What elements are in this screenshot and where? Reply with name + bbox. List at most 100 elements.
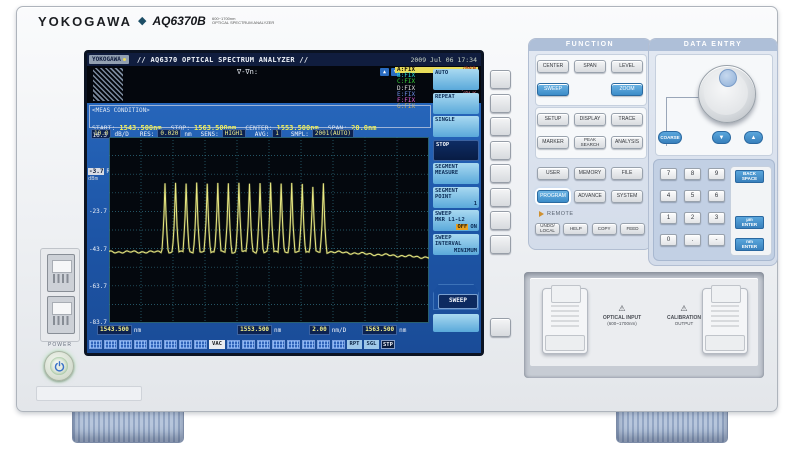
level-button[interactable]: LEVEL	[611, 60, 643, 73]
softkey-single: SINGLE	[433, 116, 479, 137]
usb-port-bottom[interactable]	[47, 296, 75, 334]
button-label: FILE	[621, 169, 633, 176]
rotary-knob[interactable]	[698, 65, 756, 123]
spectrum-graph	[108, 137, 430, 323]
status-icon	[179, 340, 192, 349]
power-label: POWER	[48, 342, 72, 348]
softkey-repeat: REPEAT	[433, 92, 479, 114]
setup-button[interactable]: SETUP	[537, 113, 569, 126]
remote-led-icon	[539, 211, 544, 217]
meas-condition-title: <MEAS CONDITION>	[92, 107, 150, 114]
digit-key-0[interactable]: 0	[660, 234, 677, 246]
blank-label-plate	[36, 386, 142, 401]
sweep-button[interactable]: SWEEP	[537, 83, 569, 96]
model-name: AQ6370B	[152, 14, 206, 28]
x-axis-row: 1543.500 nm 1553.500 nm 2.00 nm/D 1563.5…	[87, 324, 481, 336]
function-panel-title: FUNCTION	[529, 39, 651, 51]
sweep-menu-tab: SWEEP	[433, 284, 479, 310]
brand-diamond-icon: ◆	[138, 15, 147, 27]
calibration-output-cover[interactable]	[702, 285, 748, 354]
trace-button[interactable]: TRACE	[611, 113, 643, 126]
softkey-button-9[interactable]	[490, 318, 511, 337]
toggle-off: OFF	[456, 224, 469, 230]
advance-button[interactable]: ADVANCE	[574, 190, 606, 203]
softkey-line2: MKR L1-L2	[435, 217, 465, 223]
button-label2: SEARCH	[580, 141, 600, 147]
button-label: SWEEP	[543, 85, 563, 92]
digit-key-6[interactable]: 6	[708, 190, 725, 202]
nm-enter-key[interactable]: nm ENTER	[735, 238, 764, 251]
status-icon	[302, 340, 315, 349]
digit-key-4[interactable]: 4	[660, 190, 677, 202]
marker-area: ∇-∇n: ▲ ▼ A:FIX/DSPB:FIX/BLKC:FIX/BLKD:F…	[87, 66, 481, 110]
status-stop: STP	[381, 340, 395, 349]
step-down-button[interactable]: ▼	[712, 131, 731, 144]
calibration-output-cover-ridges	[711, 305, 739, 327]
status-icon	[194, 340, 207, 349]
zoom-button[interactable]: ZOOM	[611, 83, 643, 96]
file-button[interactable]: FILE	[611, 167, 643, 180]
softkey-button-7[interactable]	[490, 211, 511, 230]
softkey-button-1[interactable]	[490, 70, 511, 89]
button-label: TRACE	[618, 115, 636, 122]
optical-input-cover[interactable]	[542, 285, 588, 354]
program-button[interactable]: PROGRAM	[537, 190, 569, 203]
screen-bezel: YOKOGAWA // AQ6370 OPTICAL SPECTRUM ANAL…	[84, 50, 484, 356]
undo-button[interactable]: UNDO/LOCAL	[535, 223, 560, 235]
trace-a-line	[108, 182, 430, 259]
status-icon	[149, 340, 162, 349]
digit-key-3[interactable]: 3	[708, 212, 725, 224]
softkey-button-8[interactable]	[490, 234, 511, 254]
digit-key-1[interactable]: 1	[660, 212, 677, 224]
memory-button[interactable]: MEMORY	[574, 167, 606, 180]
analysis-button[interactable]: ANALYSIS	[611, 136, 643, 149]
button-label: SETUP	[544, 115, 562, 122]
digit-key-9[interactable]: 9	[708, 168, 725, 180]
softkey-value: MINIMUM	[453, 247, 477, 254]
softkey-button-2[interactable]	[490, 93, 511, 113]
marker-pattern	[93, 68, 123, 101]
peak-button[interactable]: PEAK SEARCH	[574, 136, 606, 149]
scroll-up-icon: ▲	[380, 68, 389, 76]
digit-key-8[interactable]: 8	[684, 168, 701, 180]
softkey-button-6[interactable]	[490, 187, 511, 207]
softkey-button-5[interactable]	[490, 164, 511, 183]
marker-button[interactable]: MARKER	[537, 136, 569, 149]
usb-port-top[interactable]	[47, 254, 75, 292]
power-button[interactable]	[44, 351, 74, 381]
y-axis-tick: -63.7	[88, 282, 107, 290]
feedbutton[interactable]: FEED	[619, 223, 645, 235]
digit-key-dot[interactable]: .	[684, 234, 701, 246]
power-ring	[50, 357, 68, 375]
digit-key-7[interactable]: 7	[660, 168, 677, 180]
softkey-button-3[interactable]	[490, 117, 511, 136]
softkey-button-4[interactable]	[490, 140, 511, 160]
user-button[interactable]: USER	[537, 167, 569, 180]
function-row-4: MARKER PEAK SEARCH ANALYSIS	[535, 136, 645, 149]
softkey-sweep: SWEEP INTERVAL MINIMUM	[433, 233, 479, 255]
status-icon	[134, 340, 147, 349]
meas-condition-box: <MEAS CONDITION> START: 1543.500nm STOP: …	[89, 105, 431, 132]
system-button[interactable]: SYSTEM	[611, 190, 643, 203]
step-up-button[interactable]: ▲	[744, 131, 763, 144]
digit-key-minus[interactable]: -	[708, 234, 725, 246]
copybutton[interactable]: COPY	[591, 223, 617, 235]
warning-icon: ⚠	[618, 304, 626, 313]
softkey-line1: STOP	[436, 141, 450, 148]
digit-key-5[interactable]: 5	[684, 190, 701, 202]
back-space-key[interactable]: BACK SPACE	[735, 170, 764, 183]
optical-input-label: ⚠ OPTICAL INPUT (600~1700nm)	[590, 304, 654, 326]
x-right-unit: nm	[399, 326, 407, 334]
key-label2: ENTER	[741, 221, 758, 227]
toggle-on: ON	[470, 224, 477, 230]
function-row-6: PROGRAM ADVANCE SYSTEM	[535, 190, 645, 203]
helpbutton[interactable]: HELP	[563, 223, 589, 235]
digit-key-2[interactable]: 2	[684, 212, 701, 224]
function-row-1: CENTER SPAN LEVEL	[535, 60, 645, 73]
display-button[interactable]: DISPLAY	[574, 113, 606, 126]
center-button[interactable]: CENTER	[537, 60, 569, 73]
µm-enter-key[interactable]: µm ENTER	[735, 216, 764, 229]
coarse-button[interactable]: COARSE	[658, 131, 682, 144]
remote-section-label: REMOTE	[539, 211, 574, 217]
span-button[interactable]: SPAN	[574, 60, 606, 73]
